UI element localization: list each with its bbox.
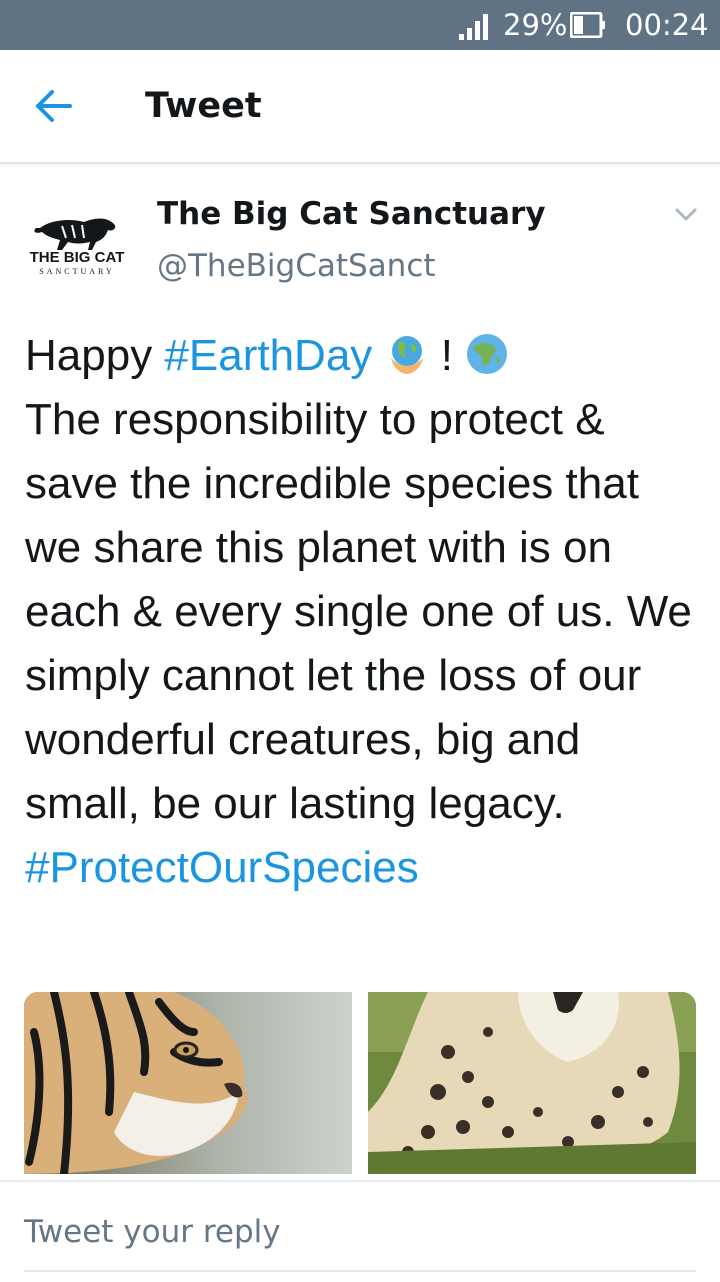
earth-in-hands-emoji-icon xyxy=(390,336,423,374)
chevron-down-icon[interactable] xyxy=(672,204,700,226)
battery-percent: 29% xyxy=(503,8,568,42)
reply-input-underline xyxy=(24,1270,696,1272)
svg-text:SANCTUARY: SANCTUARY xyxy=(39,267,114,276)
author-handle[interactable]: @TheBigCatSanct xyxy=(157,248,436,284)
status-bar: 29% 00:24 xyxy=(0,0,720,50)
globe-africa-emoji-icon xyxy=(467,334,508,374)
tweet-text: Happy #EarthDay ! The responsibility to … xyxy=(25,324,705,900)
back-arrow-icon[interactable] xyxy=(34,88,74,124)
tiger-photo[interactable] xyxy=(24,992,352,1174)
tweet-text-body: The responsibility to protect & save the… xyxy=(25,395,692,828)
signal-icon xyxy=(459,14,488,40)
page-title: Tweet xyxy=(145,86,262,126)
author-name[interactable]: The Big Cat Sanctuary xyxy=(157,196,546,232)
app-bar: Tweet xyxy=(0,50,720,164)
tweet-text-exclaim: ! xyxy=(428,331,466,380)
avatar[interactable]: THE BIG CAT SANCTUARY xyxy=(22,198,132,288)
tweet-text-intro: Happy xyxy=(25,331,165,380)
reply-input[interactable]: Tweet your reply xyxy=(24,1214,281,1250)
hashtag-protectourspecies-link[interactable]: #ProtectOurSpecies xyxy=(25,843,419,892)
battery-icon xyxy=(570,12,605,38)
hashtag-earthday-link[interactable]: #EarthDay xyxy=(164,331,372,380)
reply-bar: Tweet your reply xyxy=(0,1180,720,1282)
svg-text:THE BIG CAT: THE BIG CAT xyxy=(30,249,125,266)
tiger-logo-icon xyxy=(34,218,116,250)
snow-leopard-photo[interactable] xyxy=(368,992,696,1174)
clock: 00:24 xyxy=(625,8,709,42)
